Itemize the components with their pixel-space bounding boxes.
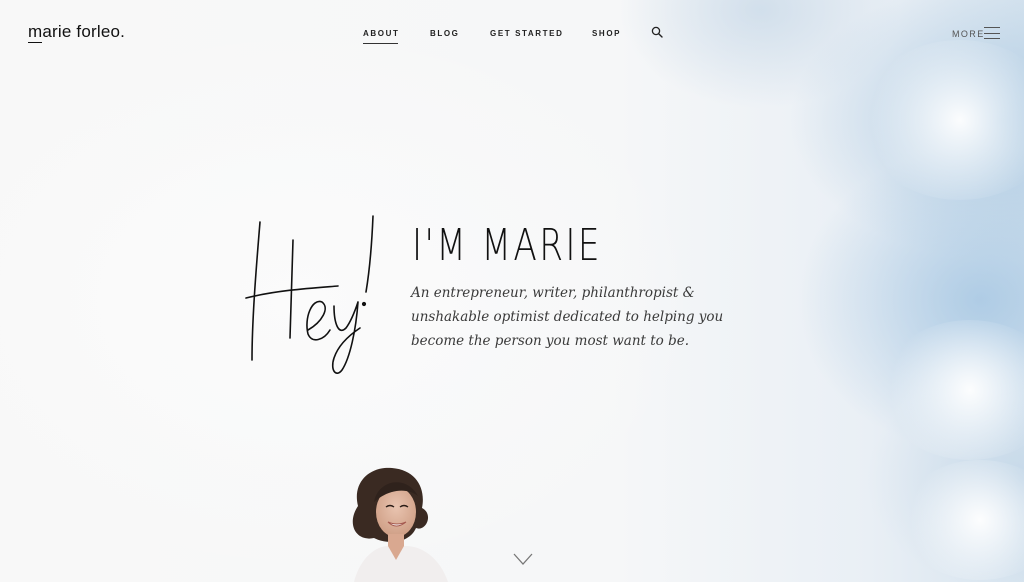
site-header: marie forleo. ABOUT BLOG GET STARTED SHO… [0, 0, 1024, 66]
more-label[interactable]: MORE [952, 29, 985, 39]
hamburger-menu-icon[interactable] [984, 26, 1000, 40]
nav-shop[interactable]: SHOP [592, 29, 621, 38]
logo-underline [28, 42, 42, 43]
hey-script-lettering [245, 215, 374, 374]
nav-about[interactable]: ABOUT [363, 29, 399, 44]
portrait-photo [352, 467, 448, 582]
hero-subtitle: An entrepreneur, writer, philanthropist … [411, 285, 724, 349]
site-logo[interactable]: marie forleo. [28, 22, 125, 42]
nav-get-started[interactable]: GET STARTED [490, 29, 563, 38]
chevron-down-icon[interactable] [512, 552, 534, 566]
hero-title: I'M MARIE [412, 220, 602, 271]
search-icon[interactable] [651, 26, 663, 38]
nav-blog[interactable]: BLOG [430, 29, 460, 38]
